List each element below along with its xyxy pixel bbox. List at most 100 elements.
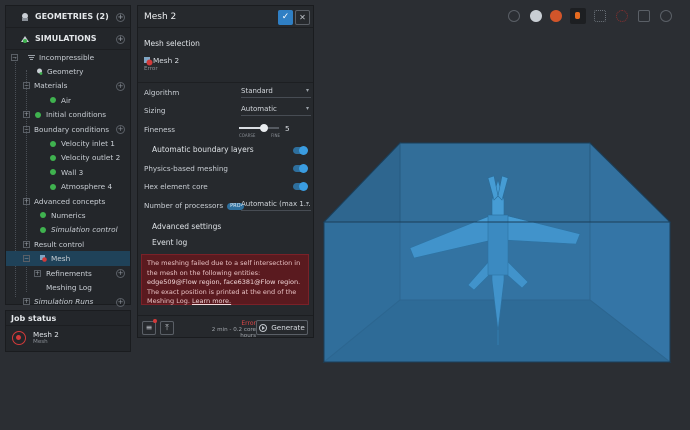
hex-core-toggle[interactable] xyxy=(293,182,308,191)
tree-item-advanced-concepts[interactable]: + Advanced concepts xyxy=(6,194,130,208)
advanced-settings-link[interactable]: Advanced settings xyxy=(152,222,221,231)
notification-dot xyxy=(153,319,157,323)
panel-footer: ≡ ⤒ Error 2 min - 0.2 core hours Generat… xyxy=(138,315,313,339)
tree-item-label: Materials xyxy=(34,81,68,91)
error-message: The meshing failed due to a self interse… xyxy=(141,254,309,305)
tree-item-label: Wall 3 xyxy=(61,167,84,177)
job-status-panel: Job status Mesh 2 Mesh xyxy=(5,310,131,352)
mesh-selection-label: Mesh selection xyxy=(144,39,200,48)
footer-error-status: Error xyxy=(241,320,256,327)
panel-title: Mesh 2 xyxy=(144,11,177,22)
add-geometry-icon[interactable]: + xyxy=(116,12,125,22)
menu-icon[interactable]: ≡ xyxy=(142,321,156,335)
check-icon xyxy=(50,183,56,190)
generate-label: Generate xyxy=(271,323,305,332)
error-entities: edge509@Flow region, face6381@Flow regio… xyxy=(147,278,299,287)
processors-select[interactable]: Automatic (max 1... ▾ xyxy=(241,200,311,211)
tree-item-simulation-control[interactable]: Simulation control xyxy=(6,223,130,237)
3d-viewport[interactable] xyxy=(318,0,690,430)
add-material-icon[interactable]: + xyxy=(116,81,125,91)
simulations-icon xyxy=(21,35,29,43)
sizing-value: Automatic xyxy=(241,105,277,113)
processors-value: Automatic (max 1... xyxy=(241,200,311,208)
simulation-tree-panel: GEOMETRIES (2) + SIMULATIONS + − Incompr… xyxy=(5,5,131,307)
fineness-label: Fineness xyxy=(144,125,176,134)
geometries-label: GEOMETRIES (2) xyxy=(35,12,109,21)
check-icon xyxy=(40,226,46,233)
job-row[interactable]: Mesh 2 Mesh xyxy=(6,326,130,349)
check-icon xyxy=(50,97,56,104)
tree-item-numerics[interactable]: Numerics xyxy=(6,208,130,222)
geometry-icon xyxy=(37,68,43,75)
algorithm-value: Standard xyxy=(241,87,273,95)
tree-item-simulation-runs[interactable]: + Simulation Runs + xyxy=(6,295,130,309)
processors-row: Number of processors PRO xyxy=(144,201,244,210)
fineness-value: 5 xyxy=(285,124,290,133)
confirm-check-button[interactable]: ✓ xyxy=(278,10,293,25)
check-icon xyxy=(50,140,56,147)
add-simulation-run-icon[interactable]: + xyxy=(116,297,125,307)
event-log-label[interactable]: Event log xyxy=(152,238,187,247)
chevron-down-icon: ▾ xyxy=(305,105,309,112)
tree-item-refinements[interactable]: + Refinements + xyxy=(6,266,130,280)
auto-boundary-layers-label: Automatic boundary layers xyxy=(152,145,254,154)
geometries-header[interactable]: GEOMETRIES (2) + xyxy=(6,6,130,28)
tree-item-geometry[interactable]: Geometry xyxy=(6,64,130,78)
add-refinement-icon[interactable]: + xyxy=(116,269,125,279)
tree-item-label: Velocity outlet 2 xyxy=(61,153,121,163)
tree-item-meshing-log[interactable]: Meshing Log xyxy=(6,280,130,294)
tree-item-label: Air xyxy=(61,95,72,105)
job-type: Mesh xyxy=(33,339,48,345)
flow-region-scene xyxy=(322,141,672,364)
processors-label: Number of processors xyxy=(144,201,224,210)
sizing-select[interactable]: Automatic ▾ xyxy=(241,105,311,116)
auto-boundary-layers-toggle[interactable] xyxy=(293,146,308,155)
tree-item-initial-conditions[interactable]: + Initial conditions xyxy=(6,108,130,122)
mesh-settings-panel: Mesh 2 ✓ ✕ Mesh selection Mesh 2 Error A… xyxy=(137,5,314,339)
upload-icon[interactable]: ⤒ xyxy=(160,321,174,335)
algorithm-select[interactable]: Standard ▾ xyxy=(241,87,311,98)
tree-item-velocity-inlet[interactable]: Velocity inlet 1 xyxy=(6,136,130,150)
physics-meshing-toggle[interactable] xyxy=(293,164,308,173)
selection-status: Error xyxy=(144,66,158,72)
check-icon xyxy=(50,154,56,161)
slider-handle[interactable] xyxy=(259,124,268,132)
mesh-error-icon xyxy=(144,57,153,66)
tree-item-label: Mesh xyxy=(51,254,71,264)
tree-item-materials[interactable]: − Materials + xyxy=(6,79,130,93)
simulations-header[interactable]: SIMULATIONS + xyxy=(6,28,130,50)
tree-item-result-control[interactable]: + Result control xyxy=(6,237,130,251)
tree-item-label: Advanced concepts xyxy=(34,196,106,206)
geometries-icon xyxy=(22,12,28,21)
tree-item-air[interactable]: Air xyxy=(6,93,130,107)
tree-item-label: Meshing Log xyxy=(46,282,92,292)
generate-button[interactable]: Generate xyxy=(256,320,308,335)
tree-item-label: Numerics xyxy=(51,210,86,220)
sizing-label: Sizing xyxy=(144,106,166,115)
tree-item-incompressible[interactable]: − Incompressible xyxy=(6,50,130,64)
fineness-slider[interactable] xyxy=(239,124,279,132)
mesh-selection-item[interactable]: Mesh 2 Error xyxy=(144,56,179,72)
tree-item-mesh[interactable]: − Mesh xyxy=(6,251,130,266)
tree-item-atmosphere[interactable]: Atmosphere 4 xyxy=(6,180,130,194)
add-boundary-condition-icon[interactable]: + xyxy=(116,125,125,135)
tree-item-wall[interactable]: Wall 3 xyxy=(6,165,130,179)
check-icon xyxy=(50,169,56,176)
tree-item-label: Incompressible xyxy=(39,52,95,62)
fine-label: FINE xyxy=(271,133,280,138)
algorithm-label: Algorithm xyxy=(144,88,180,97)
chevron-down-icon: ▾ xyxy=(305,200,309,207)
tree-item-label: Refinements xyxy=(46,268,92,278)
learn-more-link[interactable]: Learn more. xyxy=(192,297,231,305)
job-error-icon xyxy=(12,330,26,345)
hex-core-label: Hex element core xyxy=(144,182,208,191)
coarse-label: COARSE xyxy=(239,133,256,138)
tree-item-boundary-conditions[interactable]: − Boundary conditions + xyxy=(6,122,130,136)
tree-item-velocity-outlet[interactable]: Velocity outlet 2 xyxy=(6,151,130,165)
footer-time: 2 min - 0.2 core hours xyxy=(211,327,256,339)
close-button[interactable]: ✕ xyxy=(295,10,310,25)
tree-item-label: Initial conditions xyxy=(46,110,107,120)
simulations-label: SIMULATIONS xyxy=(35,34,97,43)
chevron-down-icon: ▾ xyxy=(305,87,309,94)
add-simulation-icon[interactable]: + xyxy=(116,34,125,44)
